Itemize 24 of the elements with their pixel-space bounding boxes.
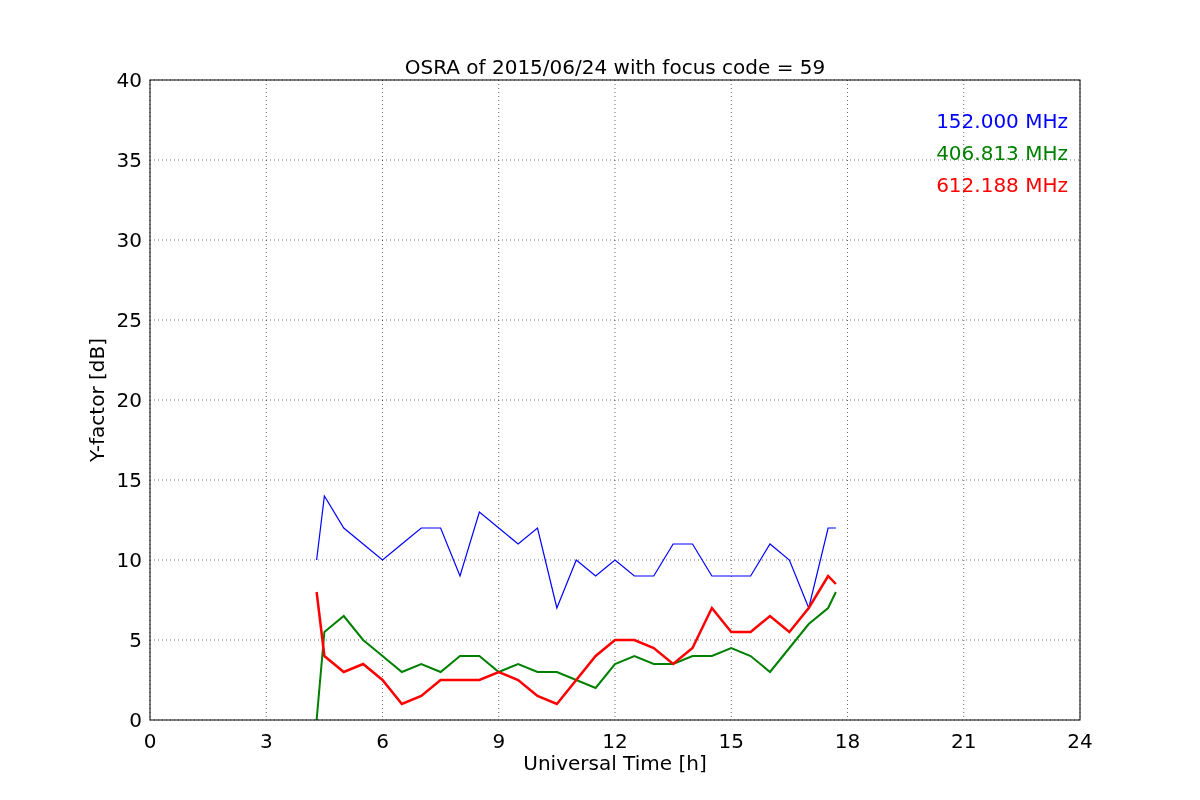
tick-label: 9 bbox=[492, 729, 506, 753]
tick-label: 12 bbox=[602, 729, 628, 753]
y-axis-label: Y-factor [dB] bbox=[85, 338, 109, 462]
x-axis-label: Universal Time [h] bbox=[523, 751, 707, 775]
tick-label: 30 bbox=[116, 228, 142, 252]
tick-label: 40 bbox=[116, 68, 142, 92]
tick-label: 15 bbox=[116, 468, 142, 492]
chart-title: OSRA of 2015/06/24 with focus code = 59 bbox=[404, 55, 826, 79]
tick-label: 0 bbox=[129, 708, 142, 732]
tick-label: 18 bbox=[834, 729, 861, 753]
tick-label: 35 bbox=[116, 148, 142, 172]
legend-label: 152.000 MHz bbox=[936, 109, 1068, 133]
tick-label: 10 bbox=[116, 548, 142, 572]
tick-label: 0 bbox=[143, 729, 157, 753]
legend-label: 406.813 MHz bbox=[936, 141, 1068, 165]
legend-label: 612.188 MHz bbox=[936, 173, 1068, 197]
tick-label: 24 bbox=[1067, 729, 1093, 753]
tick-label: 5 bbox=[129, 628, 142, 652]
tick-label: 6 bbox=[376, 729, 389, 753]
tick-label: 21 bbox=[951, 729, 977, 753]
tick-label: 3 bbox=[259, 729, 273, 753]
tick-label: 20 bbox=[116, 388, 142, 412]
tick-label: 25 bbox=[116, 308, 142, 332]
tick-label: 15 bbox=[718, 729, 744, 753]
